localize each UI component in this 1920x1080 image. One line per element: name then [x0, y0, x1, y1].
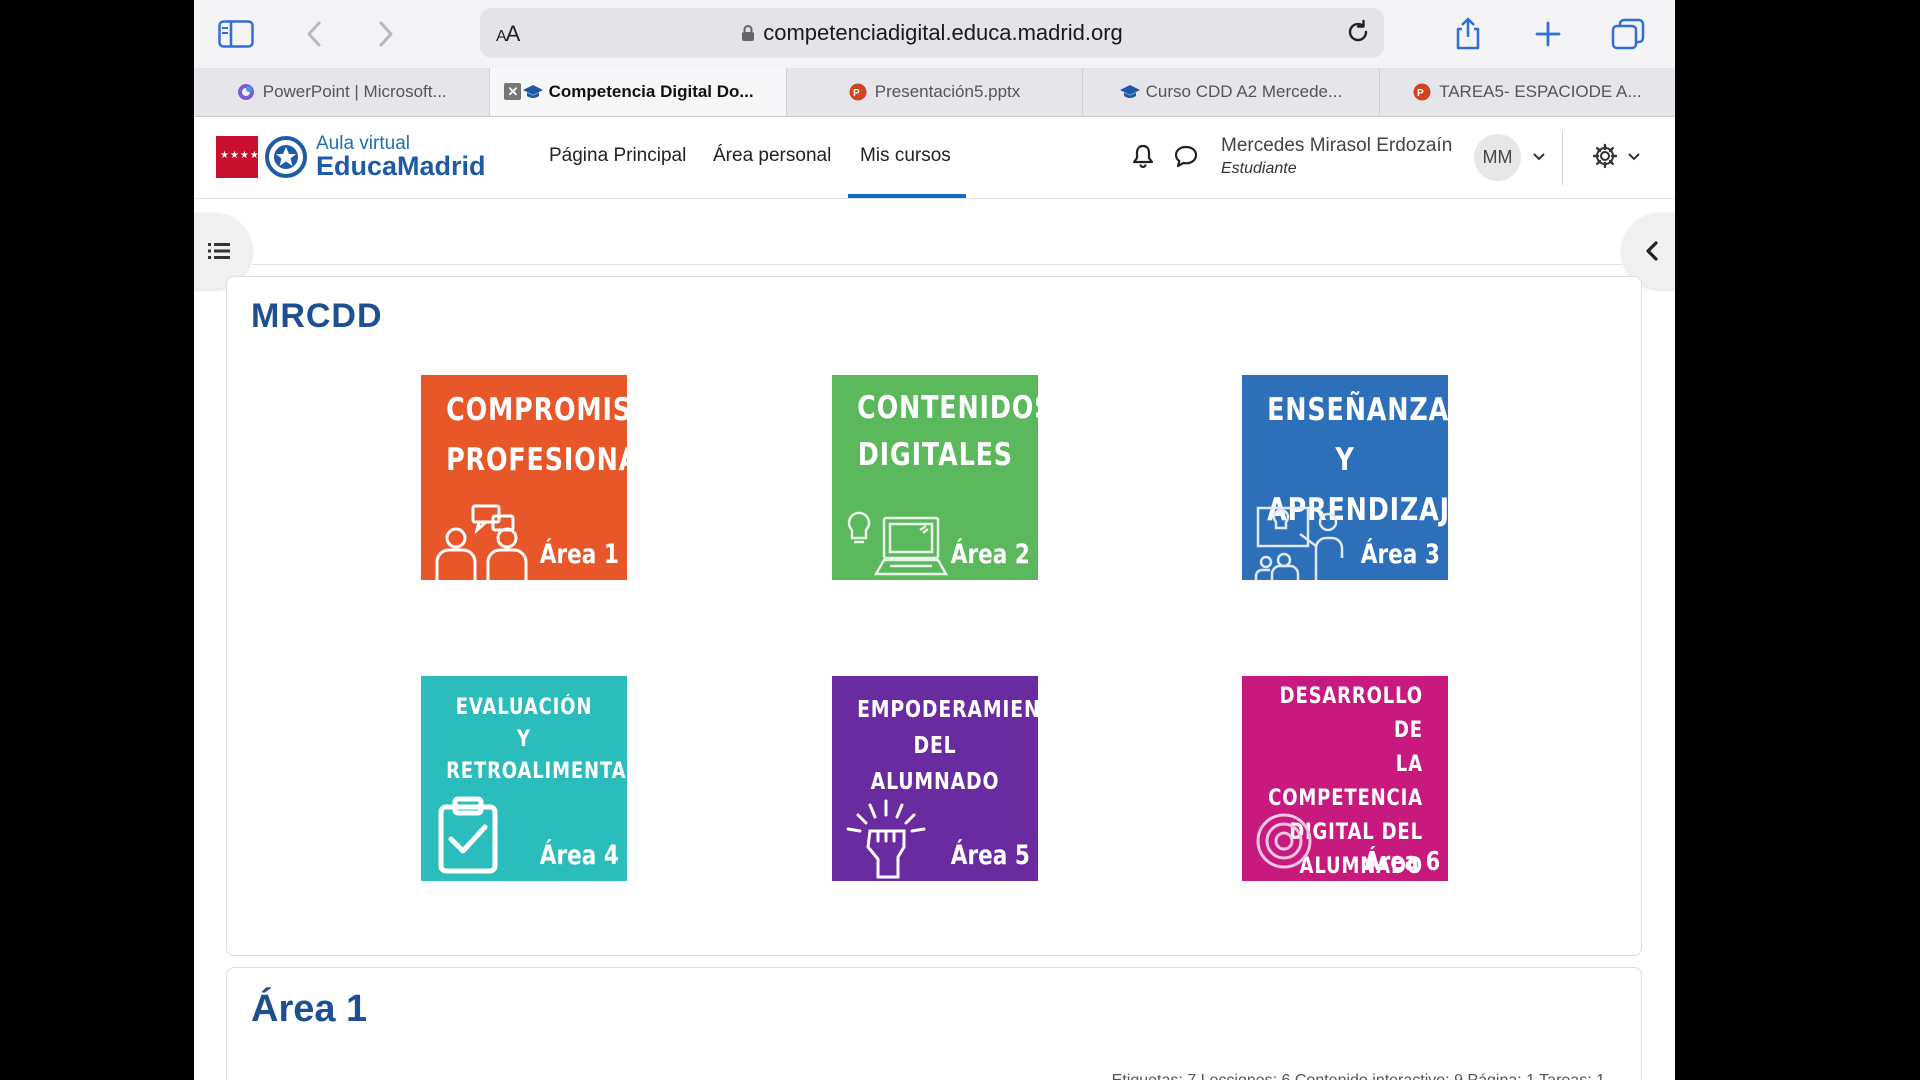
user-name[interactable]: Mercedes Mirasol Erdozaín [1221, 135, 1452, 157]
section-title: MRCDD [251, 297, 383, 335]
section-area-1: Área 1 Etiquetas: 7 Lecciones: 6 Conteni… [226, 967, 1642, 1080]
tile-area-5[interactable]: EMPODERAMIENTO DEL ALUMNADO Área 5 [832, 676, 1038, 881]
url-text: competenciadigital.educa.madrid.org [763, 20, 1123, 45]
tab-label: PowerPoint | Microsoft... [262, 82, 447, 101]
forward-icon[interactable] [366, 14, 406, 54]
tile-area-1[interactable]: COMPROMISO PROFESIONAL Área 1 [421, 375, 627, 580]
list-icon [208, 243, 230, 259]
graduation-cap-icon [522, 83, 543, 101]
gear-icon[interactable] [1592, 143, 1618, 174]
tab-label: Curso CDD A2 Mercede... [1145, 82, 1343, 101]
logo-title: EducaMadrid [316, 151, 486, 181]
tab-overview-icon[interactable] [1608, 14, 1648, 54]
nav-area-personal[interactable]: Área personal [713, 145, 831, 167]
tab-tarea5[interactable]: P TAREA5- ESPACIODE A... [1380, 68, 1675, 116]
raised-fist-icon [846, 799, 926, 879]
svg-text:P: P [853, 88, 860, 99]
educamadrid-logo[interactable]: ★★★★ Aula virtual EducaMadrid [216, 133, 486, 181]
notifications-bell-icon[interactable] [1131, 143, 1155, 174]
tab-label: Competencia Digital Do... [548, 82, 754, 101]
activity-summary: Etiquetas: 7 Lecciones: 6 Contenido inte… [1112, 1072, 1605, 1080]
user-role: Estudiante [1221, 160, 1297, 177]
people-discussion-icon [435, 504, 528, 580]
copilot-icon [237, 83, 255, 101]
madrid-flag-icon: ★★★★ [216, 136, 259, 178]
tile-area-4[interactable]: EVALUACIÓN Y RETROALIMENTACIÓN Área 4 [421, 676, 627, 881]
tile-title: EMPODERAMIENTO DEL ALUMNADO [857, 697, 1038, 795]
tile-area-2[interactable]: CONTENIDOS DIGITALES Área 2 [832, 375, 1038, 580]
chevron-left-icon [1645, 241, 1658, 261]
close-tab-icon[interactable]: ✕ [504, 83, 522, 100]
tile-title: COMPROMISO PROFESIONAL [446, 392, 627, 478]
tab-label: Presentación5.pptx [874, 82, 1021, 101]
tile-area-3[interactable]: ENSEÑANZA Y APRENDIZAJE Área 3 [1242, 375, 1448, 580]
share-icon[interactable] [1448, 14, 1488, 54]
reload-icon[interactable] [1344, 18, 1372, 51]
tile-area-label: Área 4 [539, 840, 619, 871]
teacher-board-icon [1254, 506, 1344, 580]
content-top-divider [252, 264, 1622, 265]
tile-area-label: Área 1 [539, 539, 619, 570]
section-title: Área 1 [251, 988, 368, 1030]
browser-tab-bar: PowerPoint | Microsoft... ✕ Competencia … [194, 68, 1675, 117]
lock-icon [742, 25, 755, 41]
nav-mis-cursos[interactable]: Mis cursos [860, 145, 951, 167]
powerpoint-icon: P [1413, 83, 1431, 101]
browser-toolbar: AA competenciadigital.educa.madrid.org [194, 0, 1675, 68]
tab-powerpoint-microsoft[interactable]: PowerPoint | Microsoft... [194, 68, 491, 116]
back-icon[interactable] [294, 14, 334, 54]
header-divider [1562, 131, 1563, 185]
powerpoint-icon: P [849, 83, 867, 101]
graduation-cap-icon [1119, 83, 1140, 101]
tile-area-label: Área 5 [950, 840, 1030, 871]
target-icon [1256, 813, 1312, 869]
laptop-lightbulb-icon [847, 511, 949, 576]
user-menu-chevron-down-icon[interactable] [1532, 149, 1546, 165]
clipboard-check-icon [438, 796, 498, 874]
educamadrid-seal-icon [265, 136, 307, 178]
tile-area-6[interactable]: DESARROLLO DE LA COMPETENCIA DIGITAL DEL… [1242, 676, 1448, 881]
settings-chevron-down-icon[interactable] [1627, 149, 1641, 165]
sidebar-toggle-icon[interactable] [216, 14, 256, 54]
tab-presentacion5[interactable]: P Presentación5.pptx [787, 68, 1084, 116]
nav-pagina-principal[interactable]: Página Principal [549, 145, 686, 167]
tile-title: CONTENIDOS DIGITALES [857, 390, 1038, 473]
new-tab-icon[interactable] [1528, 14, 1568, 54]
active-nav-indicator [848, 194, 966, 198]
section-mrcdd: MRCDD COMPROMISO PROFESIONAL Área 1 CONT… [226, 276, 1642, 956]
browser-viewport: AA competenciadigital.educa.madrid.org P… [194, 0, 1675, 1080]
tile-area-label: Área 6 [1363, 847, 1440, 877]
address-bar[interactable]: AA competenciadigital.educa.madrid.org [480, 8, 1384, 58]
tab-label: TAREA5- ESPACIODE A... [1439, 82, 1642, 101]
tile-area-label: Área 3 [1360, 539, 1440, 570]
tab-competencia-digital[interactable]: ✕ Competencia Digital Do... [490, 68, 787, 116]
user-avatar[interactable]: MM [1474, 134, 1521, 181]
tab-curso-cdd[interactable]: Curso CDD A2 Mercede... [1083, 68, 1380, 116]
site-header: ★★★★ Aula virtual EducaMadrid Página Pri… [194, 117, 1675, 199]
svg-text:P: P [1417, 88, 1424, 99]
tile-title: EVALUACIÓN Y RETROALIMENTACIÓN [446, 695, 627, 784]
messages-chat-icon[interactable] [1173, 143, 1199, 174]
tile-area-label: Área 2 [950, 539, 1030, 570]
